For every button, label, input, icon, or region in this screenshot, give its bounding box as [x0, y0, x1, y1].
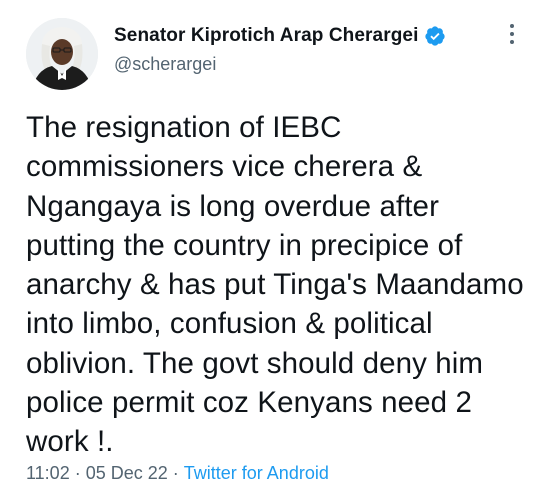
- avatar-image: [26, 18, 98, 90]
- meta-separator: ·: [74, 463, 81, 483]
- tweet-time[interactable]: 11:02: [26, 463, 70, 483]
- tweet-date[interactable]: 05 Dec 22: [86, 463, 168, 483]
- author-handle[interactable]: @scherargei: [114, 54, 446, 75]
- tweet-card: Senator Kiprotich Arap Cherargei @schera…: [0, 0, 549, 496]
- tweet-header: Senator Kiprotich Arap Cherargei @schera…: [26, 18, 535, 90]
- author-name-row: Senator Kiprotich Arap Cherargei: [114, 24, 446, 48]
- tweet-text: The resignation of IEBC commissioners vi…: [26, 111, 524, 459]
- verified-badge-icon: [425, 26, 446, 46]
- tweet-metadata: 11:02 · 05 Dec 22 · Twitter for Android: [26, 463, 329, 484]
- author-info: Senator Kiprotich Arap Cherargei @schera…: [114, 24, 446, 75]
- more-vertical-icon[interactable]: [503, 20, 521, 48]
- meta-separator: ·: [172, 463, 179, 483]
- author-display-name[interactable]: Senator Kiprotich Arap Cherargei: [114, 25, 418, 47]
- tweet-source-link[interactable]: Twitter for Android: [184, 463, 329, 483]
- avatar[interactable]: [26, 18, 98, 90]
